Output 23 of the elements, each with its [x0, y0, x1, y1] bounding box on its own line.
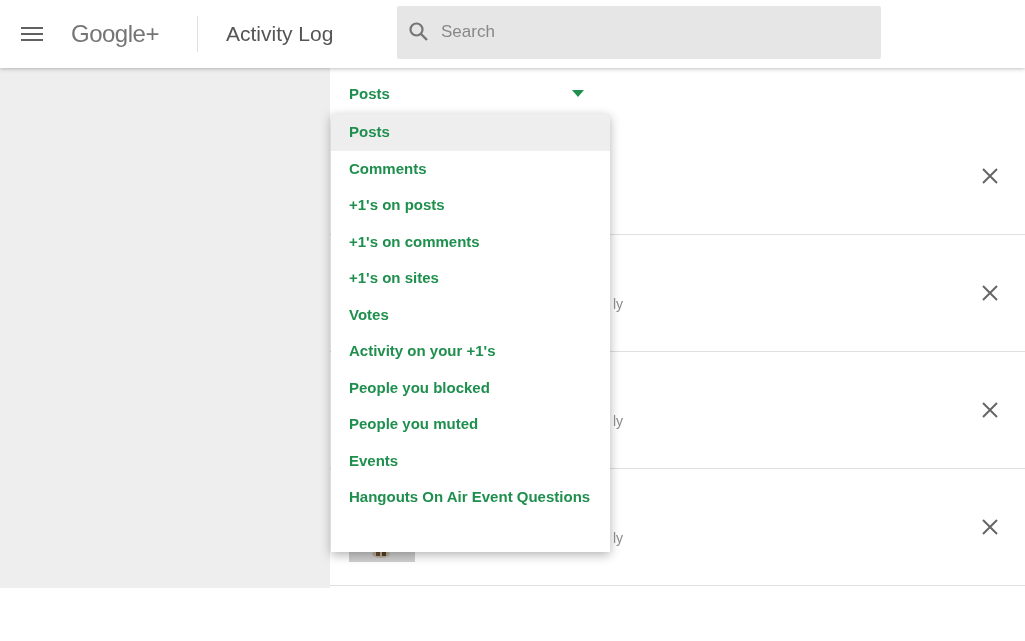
activity-text: ly — [613, 530, 624, 546]
close-icon[interactable] — [981, 401, 999, 419]
menu-item[interactable]: Posts — [331, 114, 610, 151]
menu-item[interactable]: Comments — [331, 150, 610, 187]
menu-item[interactable]: +1's on comments — [331, 223, 610, 260]
activity-text: ly — [613, 413, 624, 429]
menu-item[interactable]: +1's on posts — [331, 187, 610, 224]
caret-icon — [572, 89, 584, 97]
menu-item[interactable]: +1's on sites — [331, 260, 610, 297]
search-field[interactable]: Search — [397, 5, 881, 59]
menu-item[interactable]: Hangouts On Air Event Questions — [331, 479, 610, 516]
close-icon[interactable] — [981, 167, 999, 185]
menu-item[interactable]: Events — [331, 442, 610, 479]
menu-icon[interactable] — [21, 26, 43, 42]
menu-item[interactable]: People you blocked — [331, 369, 610, 406]
activity-text: ly — [613, 296, 624, 312]
menu-item[interactable]: Activity on your +1's — [331, 333, 610, 370]
menu-item[interactable]: People you muted — [331, 406, 610, 443]
menu-item[interactable]: Votes — [331, 296, 610, 333]
brand-logo[interactable]: Google+ — [71, 20, 175, 48]
close-icon[interactable] — [981, 284, 999, 302]
close-icon[interactable] — [981, 518, 999, 536]
page-title: Activity Log — [226, 22, 335, 46]
